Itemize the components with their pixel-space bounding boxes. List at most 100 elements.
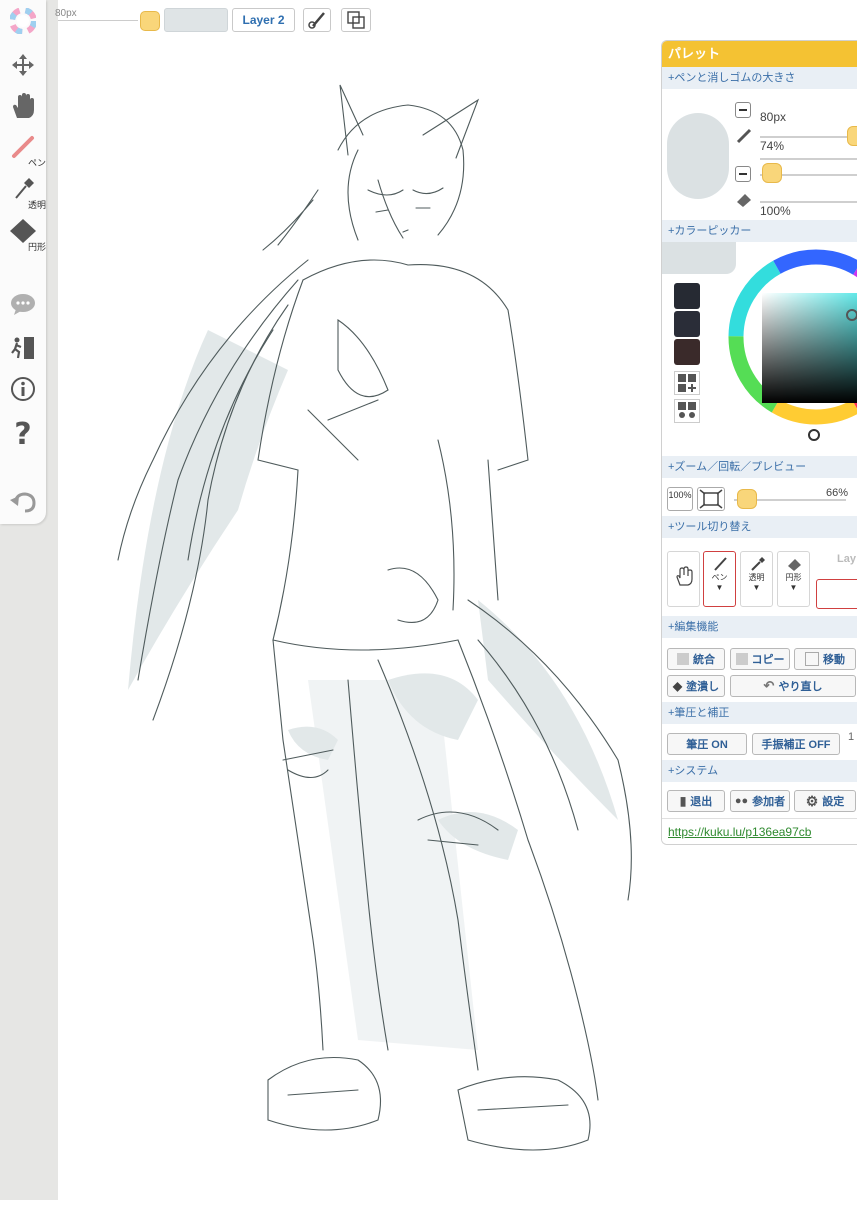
brush-settings-button[interactable] xyxy=(303,8,331,32)
merge-label: 統合 xyxy=(693,654,715,666)
color-swatch-2[interactable] xyxy=(674,311,700,337)
pen-icon xyxy=(713,557,727,571)
exit-door-icon xyxy=(11,337,34,359)
eraser-icon xyxy=(737,194,751,207)
copy-label: コピー xyxy=(751,654,785,666)
brush-size-slider[interactable] xyxy=(58,20,138,21)
section-tools-header[interactable]: +ツール切り替え xyxy=(662,516,857,538)
pen-size-slider[interactable] xyxy=(760,136,857,138)
participants-label: 参加者 xyxy=(752,796,786,808)
pen-tool-label: ペン xyxy=(28,158,47,168)
pen-tool-button[interactable]: ペン xyxy=(4,134,46,168)
chevron-down-icon: ▼ xyxy=(715,583,724,592)
paint-bucket-icon: ◆ xyxy=(672,679,683,693)
undo-button[interactable] xyxy=(4,490,42,514)
eraser-size-minus-button[interactable] xyxy=(735,166,751,182)
gear-icon: ⚙ xyxy=(805,792,819,809)
copy-button[interactable]: コピー xyxy=(730,648,790,670)
section-pressure-header[interactable]: +筆圧と補正 xyxy=(662,702,857,724)
layer-peek-cell[interactable] xyxy=(816,579,857,609)
current-color-preview xyxy=(662,242,736,274)
tool-strip: ペン 透明 円形 ? xyxy=(0,0,46,524)
fill-label: 塗潰し xyxy=(686,681,720,693)
tool-hand-cell[interactable] xyxy=(667,551,700,607)
pen-opacity-slider[interactable] xyxy=(760,158,857,160)
brush-preview xyxy=(667,113,729,199)
brush-color-swatch[interactable] xyxy=(140,11,160,31)
pencil-icon xyxy=(736,128,752,144)
eraser-size-knob[interactable] xyxy=(762,163,782,183)
grid-users-icon xyxy=(678,402,696,418)
redo-button[interactable]: ↶ やり直し xyxy=(730,675,856,697)
move-label: 移動 xyxy=(823,654,845,666)
stabilizer-toggle-button[interactable]: 手振補正 OFF xyxy=(752,733,840,755)
move-arrows-icon xyxy=(12,54,34,76)
hand-tool-button[interactable] xyxy=(4,92,42,120)
question-mark-icon: ? xyxy=(14,417,31,448)
exit-button[interactable]: ▮ 退出 xyxy=(667,790,725,812)
hand-icon xyxy=(675,566,693,586)
add-swatch-button[interactable] xyxy=(674,371,700,395)
pen-opacity-value: 74% xyxy=(760,139,785,153)
drawing-canvas[interactable] xyxy=(58,40,662,1200)
room-url-link[interactable]: https://kuku.lu/p136ea97cb xyxy=(668,825,811,839)
color-swatch-1[interactable] xyxy=(674,283,700,309)
pen-size-minus-button[interactable] xyxy=(735,102,751,118)
participants-button[interactable]: ●● 参加者 xyxy=(730,790,790,812)
section-color-header[interactable]: +カラーピッカー xyxy=(662,220,857,242)
redo-arrow-icon: ↶ xyxy=(763,678,775,693)
section-zoom-header[interactable]: +ズーム／回転／プレビュー xyxy=(662,456,857,478)
tool-circle-label: 円形 xyxy=(785,573,802,582)
section-edit-header[interactable]: +編集機能 xyxy=(662,616,857,638)
settings-button[interactable]: ⚙ 設定 xyxy=(794,790,856,812)
tool-pen-cell[interactable]: ペン ▼ xyxy=(703,551,736,607)
color-swatch-3[interactable] xyxy=(674,339,700,365)
eraser-opacity-value: 100% xyxy=(760,204,791,218)
dropper-tool-button[interactable]: 透明 xyxy=(4,176,46,210)
chevron-down-icon: ▼ xyxy=(789,583,798,592)
current-color-box[interactable] xyxy=(164,8,228,32)
move-button[interactable]: 移動 xyxy=(794,648,856,670)
section-system-header[interactable]: +システム xyxy=(662,760,857,782)
svg-text:?: ? xyxy=(14,417,31,448)
tool-circle-cell[interactable]: 円形 ▼ xyxy=(777,551,810,607)
merge-icon xyxy=(677,653,689,665)
palette-panel: パレット +ペンと消しゴムの大きさ 80px 74% 100% +カラーピッカー xyxy=(661,40,857,845)
eraser-tool-button[interactable]: 円形 xyxy=(4,218,46,252)
transparent-tool-label: 透明 xyxy=(28,200,47,210)
transform-icon xyxy=(347,11,365,29)
fit-screen-button[interactable] xyxy=(697,487,725,511)
exit-room-button[interactable] xyxy=(4,335,42,361)
section-size-header[interactable]: +ペンと消しゴムの大きさ xyxy=(662,67,857,89)
transform-button[interactable] xyxy=(341,8,371,32)
color-wheel-button[interactable] xyxy=(4,8,42,34)
info-button[interactable] xyxy=(4,376,42,402)
stabilizer-level-peek: 1 xyxy=(848,731,855,743)
color-wheel-icon xyxy=(10,8,36,34)
grid-plus-icon xyxy=(678,374,696,392)
zoom-reset-button[interactable]: 100% xyxy=(667,487,693,511)
eraser-opacity-slider[interactable] xyxy=(760,201,857,203)
palette-title[interactable]: パレット xyxy=(662,41,857,67)
pen-size-knob[interactable] xyxy=(847,126,857,146)
merge-button[interactable]: 統合 xyxy=(667,648,725,670)
pressure-toggle-button[interactable]: 筆圧 ON xyxy=(667,733,747,755)
swatch-users-button[interactable] xyxy=(674,399,700,423)
eraser-icon xyxy=(787,559,801,571)
circle-tool-label: 円形 xyxy=(28,242,47,252)
chat-button[interactable] xyxy=(4,292,42,316)
eyedropper-icon xyxy=(750,557,765,571)
zoom-knob[interactable] xyxy=(737,489,757,509)
users-icon: ●● xyxy=(734,795,749,807)
chevron-down-icon: ▼ xyxy=(752,583,761,592)
hand-icon xyxy=(13,93,34,118)
layer-select-button[interactable]: Layer 2 xyxy=(232,8,295,32)
copy-icon xyxy=(735,653,748,665)
help-button[interactable]: ? xyxy=(4,416,42,448)
move-tool-button[interactable] xyxy=(4,52,42,78)
color-wheel[interactable] xyxy=(728,247,857,447)
pen-size-value: 80px xyxy=(760,110,787,124)
fill-button[interactable]: ◆ 塗潰し xyxy=(667,675,725,697)
tool-transparent-cell[interactable]: 透明 ▼ xyxy=(740,551,773,607)
room-url-bar: https://kuku.lu/p136ea97cb xyxy=(662,818,857,844)
